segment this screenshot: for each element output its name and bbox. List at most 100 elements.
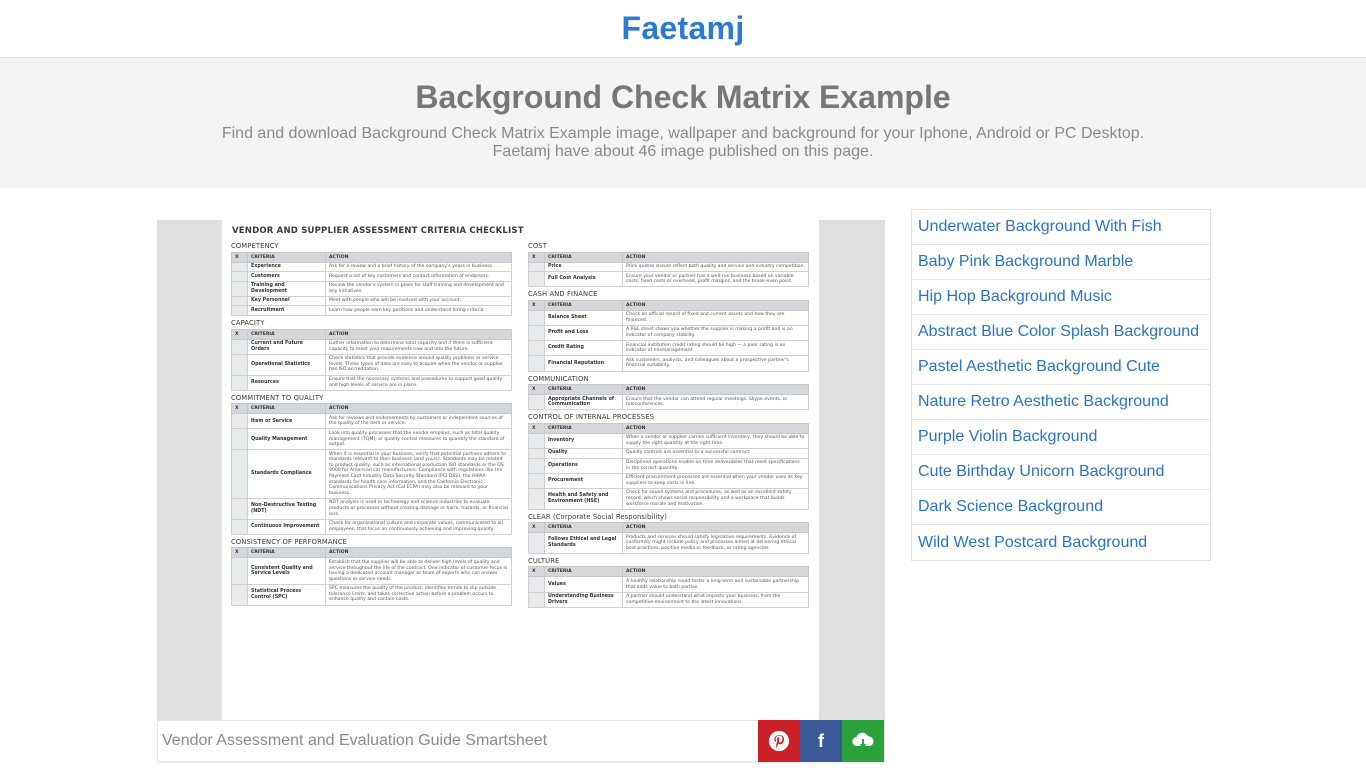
related-links-sidebar: Underwater Background With Fish Baby Pink… bbox=[911, 209, 1211, 561]
criteria-cell: Procurement bbox=[544, 472, 623, 489]
sidebar-item: Hip Hop Background Music bbox=[912, 280, 1210, 315]
criteria-table: X CRITERIA ACTION Balance Sheet Check an off… bbox=[528, 299, 809, 372]
criteria-cell: Recruitment bbox=[247, 305, 326, 317]
criteria-cell: Experience bbox=[247, 261, 326, 273]
action-cell: When a vendor or supplier carries suffic… bbox=[622, 432, 809, 449]
table-row: Training and Development Review the vendo… bbox=[231, 280, 512, 297]
action-cell: Ask for reviews and endorsements by cust… bbox=[325, 413, 512, 430]
table-row: Statistical Process Control (SPC) SPC mea… bbox=[231, 583, 512, 606]
sidebar-link[interactable]: Underwater Background With Fish bbox=[918, 218, 1162, 236]
table-header-row: X CRITERIA ACTION bbox=[528, 251, 809, 263]
criteria-cell: Customers bbox=[247, 271, 326, 282]
action-cell: Learn how people earn key positions and … bbox=[325, 305, 512, 317]
criteria-table: X CRITERIA ACTION Appropriate Channels of C… bbox=[528, 384, 809, 411]
criteria-table: X CRITERIA ACTION Price Price quotes should … bbox=[528, 251, 809, 288]
table-row: Price Price quotes should reflect both qu… bbox=[528, 261, 809, 273]
document-right-column: COST X CRITERIA ACTION Price Price quotes sho… bbox=[528, 239, 809, 611]
column-header-action: ACTION bbox=[622, 251, 809, 263]
checkbox-cell bbox=[528, 340, 545, 357]
checkbox-cell bbox=[231, 518, 248, 535]
action-cell: Gather information to determine total ca… bbox=[325, 338, 512, 355]
sidebar-link[interactable]: Abstract Blue Color Splash Background bbox=[918, 323, 1199, 341]
section-title: CASH AND FINANCE bbox=[528, 290, 598, 299]
column-header-action: ACTION bbox=[622, 422, 809, 434]
action-cell: NDT analysis is used in technology and s… bbox=[325, 497, 512, 520]
table-row: Item or Service Ask for reviews and endor… bbox=[231, 413, 512, 430]
site-logo-link[interactable]: Faetamj bbox=[621, 10, 744, 47]
sidebar-item: Pastel Aesthetic Background Cute bbox=[912, 350, 1210, 385]
column-header-action: ACTION bbox=[622, 522, 809, 534]
cloud-download-icon bbox=[852, 732, 874, 748]
criteria-cell: Values bbox=[544, 576, 623, 593]
table-row: Standards Compliance When it is essential… bbox=[231, 449, 512, 499]
criteria-cell: Consistent Quality and Service Levels bbox=[247, 557, 326, 585]
criteria-cell: Understanding Business Drivers bbox=[544, 591, 623, 608]
action-cell: Check an official record of fixed and cu… bbox=[622, 309, 809, 326]
table-header-row: X CRITERIA ACTION bbox=[231, 547, 512, 559]
table-row: Experience Ask for a review and a brief h… bbox=[231, 261, 512, 273]
sidebar-link[interactable]: Purple Violin Background bbox=[918, 428, 1097, 446]
table-row: Credit Rating Financial institution credi… bbox=[528, 340, 809, 357]
table-row: Quality Management Look into quality proc… bbox=[231, 428, 512, 451]
column-header-criteria: CRITERIA bbox=[544, 422, 623, 434]
table-row: Follows Ethical and Legal Standards Produ… bbox=[528, 532, 809, 554]
table-header-row: X CRITERIA ACTION bbox=[528, 522, 809, 534]
action-cell: Ask for a review and a brief history of … bbox=[325, 261, 512, 273]
image-caption-bar: Vendor Assessment and Evaluation Guide S… bbox=[157, 720, 885, 762]
table-row: Non-Destructive Testing (NDT) NDT analysi… bbox=[231, 497, 512, 520]
checklist-document: VENDOR AND SUPPLIER ASSESSMENT CRITERIA … bbox=[222, 220, 819, 720]
criteria-table: X CRITERIA ACTION Follows Ethical and Legal… bbox=[528, 522, 809, 554]
action-cell: Ensure that the vendor can attend regula… bbox=[622, 394, 809, 411]
action-cell: SPC measures the quality of the product,… bbox=[325, 583, 512, 606]
column-header-action: ACTION bbox=[622, 384, 809, 396]
action-cell: Financial institution credit rating shou… bbox=[622, 340, 809, 357]
table-row: Understanding Business Drivers A partner … bbox=[528, 591, 809, 608]
action-cell: Products and services should satisfy leg… bbox=[622, 532, 809, 554]
criteria-cell: Price bbox=[544, 261, 623, 273]
pinterest-share-button[interactable] bbox=[758, 720, 800, 762]
table-row: Values A healthy relationship could foste… bbox=[528, 576, 809, 593]
criteria-cell: Quality bbox=[544, 447, 623, 459]
table-row: Profit and Loss A P&L sheet shows you whe… bbox=[528, 324, 809, 342]
table-row: Key Personnel Meet with people who will b… bbox=[231, 295, 512, 307]
table-header-row: X CRITERIA ACTION bbox=[528, 299, 809, 311]
criteria-table: X CRITERIA ACTION Consistent Quality and Se… bbox=[231, 547, 512, 606]
checkbox-cell bbox=[528, 394, 545, 411]
action-cell: Ensure that the necessary systems and pr… bbox=[325, 374, 512, 391]
criteria-table: X CRITERIA ACTION Item or Service Ask for re… bbox=[231, 403, 512, 535]
action-cell: Check for organizational culture and cor… bbox=[325, 518, 512, 535]
table-row: Full Cost Analysis Ensure your vendor or … bbox=[528, 271, 809, 288]
criteria-cell: Key Personnel bbox=[247, 295, 326, 307]
sidebar-link[interactable]: Dark Science Background bbox=[918, 498, 1103, 516]
column-header-action: ACTION bbox=[325, 403, 512, 415]
sidebar-link[interactable]: Baby Pink Background Marble bbox=[918, 253, 1133, 271]
criteria-cell: Operational Statistics bbox=[247, 353, 326, 376]
document-title: VENDOR AND SUPPLIER ASSESSMENT CRITERIA … bbox=[232, 226, 524, 236]
table-row: Current and Future Orders Gather informat… bbox=[231, 338, 512, 355]
column-header-action: ACTION bbox=[622, 299, 809, 311]
sidebar-link[interactable]: Pastel Aesthetic Background Cute bbox=[918, 358, 1160, 376]
action-cell: Disciplined operations enable on-time de… bbox=[622, 457, 809, 474]
checkbox-cell bbox=[528, 591, 545, 608]
preview-image[interactable]: VENDOR AND SUPPLIER ASSESSMENT CRITERIA … bbox=[157, 220, 885, 720]
checkbox-cell bbox=[231, 280, 248, 297]
criteria-cell: Continuous Improvement bbox=[247, 518, 326, 535]
criteria-cell: Current and Future Orders bbox=[247, 338, 326, 355]
table-row: Health and Safety and Environment (HSE) C… bbox=[528, 487, 809, 510]
download-button[interactable] bbox=[842, 720, 884, 762]
column-header-x: X bbox=[528, 384, 545, 396]
sidebar-link[interactable]: Wild West Postcard Background bbox=[918, 534, 1147, 552]
checkbox-cell bbox=[528, 576, 545, 593]
sidebar-item: Purple Violin Background bbox=[912, 420, 1210, 455]
sidebar-link[interactable]: Hip Hop Background Music bbox=[918, 288, 1112, 306]
page-title: Background Check Matrix Example bbox=[415, 79, 951, 115]
facebook-share-button[interactable]: f bbox=[800, 720, 842, 762]
checkbox-cell bbox=[528, 324, 545, 342]
sidebar-link[interactable]: Nature Retro Aesthetic Background bbox=[918, 393, 1169, 411]
sidebar-item: Dark Science Background bbox=[912, 490, 1210, 525]
sidebar-link[interactable]: Cute Birthday Unicorn Background bbox=[918, 463, 1164, 481]
checkbox-cell bbox=[231, 497, 248, 520]
checkbox-cell bbox=[528, 309, 545, 326]
column-header-criteria: CRITERIA bbox=[247, 251, 326, 263]
column-header-criteria: CRITERIA bbox=[247, 328, 326, 340]
